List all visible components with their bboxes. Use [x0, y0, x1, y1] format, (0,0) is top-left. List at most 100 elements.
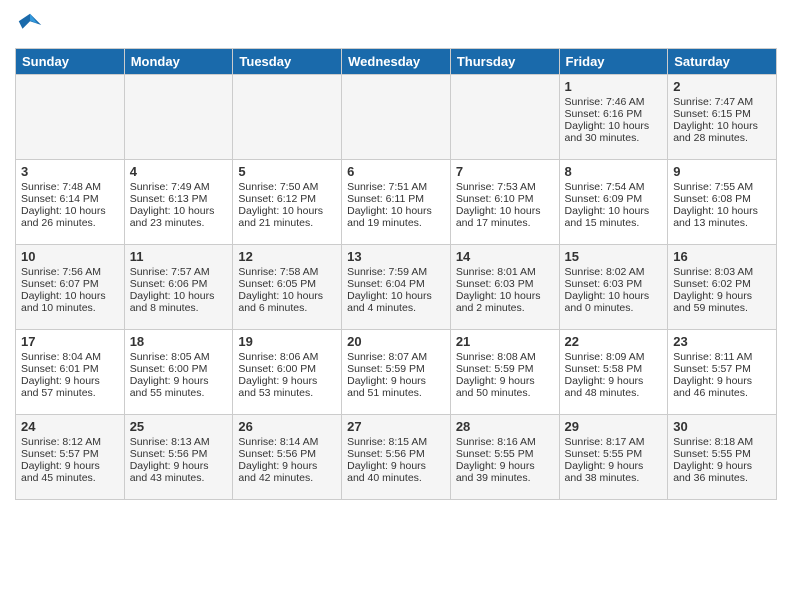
- sunset-text: Sunset: 5:56 PM: [238, 448, 336, 460]
- daylight-text: Daylight: 10 hours and 4 minutes.: [347, 290, 445, 314]
- daylight-text: Daylight: 9 hours and 51 minutes.: [347, 375, 445, 399]
- calendar-cell: 18Sunrise: 8:05 AMSunset: 6:00 PMDayligh…: [124, 330, 233, 415]
- sunset-text: Sunset: 5:59 PM: [347, 363, 445, 375]
- calendar-body: 1Sunrise: 7:46 AMSunset: 6:16 PMDaylight…: [16, 75, 777, 500]
- daylight-text: Daylight: 10 hours and 17 minutes.: [456, 205, 554, 229]
- sunset-text: Sunset: 6:05 PM: [238, 278, 336, 290]
- calendar-cell: 19 Sunrise: 8:06 AMSunset: 6:00 PMDayligh…: [233, 330, 342, 415]
- daylight-text: Daylight: 9 hours and 46 minutes.: [673, 375, 771, 399]
- sunrise-text: Sunrise: 8:02 AM: [565, 266, 663, 278]
- sunrise-text: Sunrise: 8:12 AM: [21, 436, 119, 448]
- sunset-text: Sunset: 6:14 PM: [21, 193, 119, 205]
- day-number: 5: [238, 164, 336, 179]
- daylight-text: Daylight: 9 hours and 38 minutes.: [565, 460, 663, 484]
- day-header-wednesday: Wednesday: [342, 49, 451, 75]
- day-number: 19: [238, 334, 336, 349]
- logo-bird-icon: [15, 10, 45, 40]
- sunrise-text: Sunrise: 7:46 AM: [565, 96, 663, 108]
- sunrise-text: Sunrise: 7:55 AM: [673, 181, 771, 193]
- sunset-text: Sunset: 6:07 PM: [21, 278, 119, 290]
- calendar-cell: 14Sunrise: 8:01 AMSunset: 6:03 PMDayligh…: [450, 245, 559, 330]
- daylight-text: Daylight: 10 hours and 28 minutes.: [673, 120, 771, 144]
- calendar-cell: 26Sunrise: 8:14 AMSunset: 5:56 PMDayligh…: [233, 415, 342, 500]
- day-header-saturday: Saturday: [668, 49, 777, 75]
- day-number: 21: [456, 334, 554, 349]
- sunrise-text: Sunrise: 7:47 AM: [673, 96, 771, 108]
- day-number: 24: [21, 419, 119, 434]
- sunrise-text: Sunrise: 8:05 AM: [130, 351, 228, 363]
- sunset-text: Sunset: 6:00 PM: [238, 363, 336, 375]
- calendar-cell: 1Sunrise: 7:46 AMSunset: 6:16 PMDaylight…: [559, 75, 668, 160]
- sunrise-text: Sunrise: 8:13 AM: [130, 436, 228, 448]
- day-number: 4: [130, 164, 228, 179]
- calendar-cell: [124, 75, 233, 160]
- sunset-text: Sunset: 6:00 PM: [130, 363, 228, 375]
- calendar-cell: [233, 75, 342, 160]
- sunrise-text: Sunrise: 8:08 AM: [456, 351, 554, 363]
- daylight-text: Daylight: 10 hours and 10 minutes.: [21, 290, 119, 314]
- calendar-cell: 3Sunrise: 7:48 AMSunset: 6:14 PMDaylight…: [16, 160, 125, 245]
- daylight-text: Daylight: 10 hours and 30 minutes.: [565, 120, 663, 144]
- daylight-text: Daylight: 9 hours and 40 minutes.: [347, 460, 445, 484]
- day-number: 13: [347, 249, 445, 264]
- calendar-cell: 16Sunrise: 8:03 AMSunset: 6:02 PMDayligh…: [668, 245, 777, 330]
- calendar-cell: 28Sunrise: 8:16 AMSunset: 5:55 PMDayligh…: [450, 415, 559, 500]
- day-number: 3: [21, 164, 119, 179]
- calendar-cell: 30Sunrise: 8:18 AMSunset: 5:55 PMDayligh…: [668, 415, 777, 500]
- sunset-text: Sunset: 6:03 PM: [565, 278, 663, 290]
- sunrise-text: Sunrise: 8:06 AM: [238, 351, 336, 363]
- sunset-text: Sunset: 5:57 PM: [21, 448, 119, 460]
- calendar-cell: 5Sunrise: 7:50 AMSunset: 6:12 PMDaylight…: [233, 160, 342, 245]
- sunset-text: Sunset: 5:59 PM: [456, 363, 554, 375]
- sunrise-text: Sunrise: 7:54 AM: [565, 181, 663, 193]
- sunset-text: Sunset: 6:12 PM: [238, 193, 336, 205]
- daylight-text: Daylight: 9 hours and 39 minutes.: [456, 460, 554, 484]
- sunset-text: Sunset: 6:02 PM: [673, 278, 771, 290]
- calendar-cell: 10Sunrise: 7:56 AMSunset: 6:07 PMDayligh…: [16, 245, 125, 330]
- daylight-text: Daylight: 9 hours and 42 minutes.: [238, 460, 336, 484]
- daylight-text: Daylight: 9 hours and 53 minutes.: [238, 375, 336, 399]
- calendar-cell: 2Sunrise: 7:47 AMSunset: 6:15 PMDaylight…: [668, 75, 777, 160]
- sunset-text: Sunset: 5:58 PM: [565, 363, 663, 375]
- day-number: 25: [130, 419, 228, 434]
- calendar-cell: 27Sunrise: 8:15 AMSunset: 5:56 PMDayligh…: [342, 415, 451, 500]
- calendar-cell: 24 Sunrise: 8:12 AMSunset: 5:57 PMDayligh…: [16, 415, 125, 500]
- day-number: 6: [347, 164, 445, 179]
- day-number: 22: [565, 334, 663, 349]
- day-header-thursday: Thursday: [450, 49, 559, 75]
- day-header-sunday: Sunday: [16, 49, 125, 75]
- daylight-text: Daylight: 9 hours and 45 minutes.: [21, 460, 119, 484]
- daylight-text: Daylight: 9 hours and 57 minutes.: [21, 375, 119, 399]
- calendar-cell: 15Sunrise: 8:02 AMSunset: 6:03 PMDayligh…: [559, 245, 668, 330]
- sunset-text: Sunset: 6:04 PM: [347, 278, 445, 290]
- calendar-cell: 7Sunrise: 7:53 AMSunset: 6:10 PMDaylight…: [450, 160, 559, 245]
- calendar-cell: 6Sunrise: 7:51 AMSunset: 6:11 PMDaylight…: [342, 160, 451, 245]
- sunset-text: Sunset: 5:55 PM: [456, 448, 554, 460]
- sunrise-text: Sunrise: 8:16 AM: [456, 436, 554, 448]
- calendar-cell: 17Sunrise: 8:04 AMSunset: 6:01 PMDayligh…: [16, 330, 125, 415]
- sunrise-text: Sunrise: 8:11 AM: [673, 351, 771, 363]
- calendar-cell: [16, 75, 125, 160]
- daylight-text: Daylight: 10 hours and 13 minutes.: [673, 205, 771, 229]
- calendar-cell: [450, 75, 559, 160]
- day-number: 29: [565, 419, 663, 434]
- day-number: 11: [130, 249, 228, 264]
- sunset-text: Sunset: 6:03 PM: [456, 278, 554, 290]
- sunrise-text: Sunrise: 7:51 AM: [347, 181, 445, 193]
- daylight-text: Daylight: 9 hours and 59 minutes.: [673, 290, 771, 314]
- sunrise-text: Sunrise: 7:49 AM: [130, 181, 228, 193]
- sunrise-text: Sunrise: 7:58 AM: [238, 266, 336, 278]
- day-number: 27: [347, 419, 445, 434]
- calendar-week-3: 10Sunrise: 7:56 AMSunset: 6:07 PMDayligh…: [16, 245, 777, 330]
- day-number: 18: [130, 334, 228, 349]
- sunrise-text: Sunrise: 8:01 AM: [456, 266, 554, 278]
- calendar-cell: 22Sunrise: 8:09 AMSunset: 5:58 PMDayligh…: [559, 330, 668, 415]
- sunrise-text: Sunrise: 8:17 AM: [565, 436, 663, 448]
- day-number: 15: [565, 249, 663, 264]
- sunrise-text: Sunrise: 8:18 AM: [673, 436, 771, 448]
- daylight-text: Daylight: 10 hours and 23 minutes.: [130, 205, 228, 229]
- sunset-text: Sunset: 6:13 PM: [130, 193, 228, 205]
- calendar-cell: 12Sunrise: 7:58 AMSunset: 6:05 PMDayligh…: [233, 245, 342, 330]
- calendar-cell: 21Sunrise: 8:08 AMSunset: 5:59 PMDayligh…: [450, 330, 559, 415]
- daylight-text: Daylight: 10 hours and 8 minutes.: [130, 290, 228, 314]
